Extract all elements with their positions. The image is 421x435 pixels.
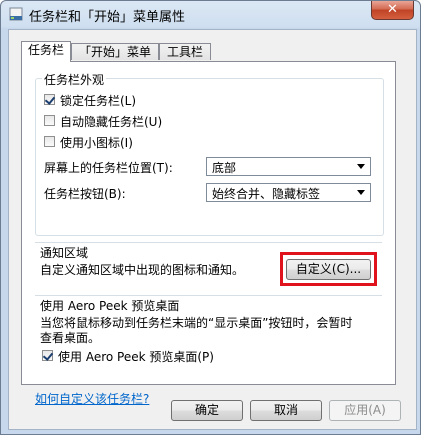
aero-peek-description-line2: 查看桌面。 xyxy=(40,331,101,345)
tab-panel-taskbar: 任务栏外观 锁定任务栏(L) 自动隐藏任务栏(U) 使用小图标(I) 屏幕上的任… xyxy=(21,61,396,406)
position-value: 底部 xyxy=(212,161,237,175)
auto-hide-label: 自动隐藏任务栏(U) xyxy=(60,115,163,129)
notification-separator xyxy=(35,242,382,243)
aero-peek-separator xyxy=(35,295,382,296)
taskbar-buttons-value: 始终合并、隐藏标签 xyxy=(212,187,321,201)
taskbar-buttons-label: 任务栏按钮(B): xyxy=(44,187,126,201)
small-icons-checkbox[interactable] xyxy=(44,136,55,147)
close-button[interactable]: ✕ xyxy=(371,1,414,20)
taskbar-properties-dialog: 任务栏和「开始」菜单属性 ✕ 任务栏 「开始」菜单 工具栏 任务栏外观 锁定任务… xyxy=(0,0,421,435)
notification-description: 自定义通知区域中出现的图标和通知。 xyxy=(40,263,245,277)
help-link[interactable]: 如何自定义该任务栏? xyxy=(35,390,149,407)
window-title: 任务栏和「开始」菜单属性 xyxy=(29,10,186,25)
aero-peek-checkbox-label: 使用 Aero Peek 预览桌面(P) xyxy=(58,350,214,364)
customize-button[interactable]: 自定义(C)... xyxy=(286,259,371,280)
aero-peek-checkbox[interactable] xyxy=(42,350,53,361)
taskbar-app-icon xyxy=(9,7,23,21)
ok-button[interactable]: 确定 xyxy=(171,400,243,421)
small-icons-label: 使用小图标(I) xyxy=(60,136,133,150)
apply-button[interactable]: 应用(A) xyxy=(329,400,401,421)
tab-taskbar[interactable]: 任务栏 xyxy=(21,41,71,62)
position-label: 屏幕上的任务栏位置(T): xyxy=(44,161,173,175)
lock-taskbar-checkbox[interactable] xyxy=(44,94,55,105)
notification-legend: 通知区域 xyxy=(40,246,89,260)
position-select[interactable]: 底部 xyxy=(206,157,371,176)
lock-taskbar-label: 锁定任务栏(L) xyxy=(60,94,137,108)
appearance-group: 任务栏外观 锁定任务栏(L) 自动隐藏任务栏(U) 使用小图标(I) 屏幕上的任… xyxy=(35,71,384,236)
appearance-legend: 任务栏外观 xyxy=(42,71,107,88)
cancel-button[interactable]: 取消 xyxy=(250,400,322,421)
close-icon: ✕ xyxy=(387,2,398,17)
title-bar[interactable]: 任务栏和「开始」菜单属性 ✕ xyxy=(1,1,420,28)
auto-hide-checkbox[interactable] xyxy=(44,115,55,126)
chevron-down-icon xyxy=(357,190,365,195)
tab-toolbars[interactable]: 工具栏 xyxy=(159,43,211,60)
aero-peek-legend: 使用 Aero Peek 预览桌面 xyxy=(40,299,180,313)
taskbar-buttons-select[interactable]: 始终合并、隐藏标签 xyxy=(206,183,371,202)
chevron-down-icon xyxy=(357,164,365,169)
dialog-client-area: 任务栏 「开始」菜单 工具栏 任务栏外观 锁定任务栏(L) 自动隐藏任务栏(U)… xyxy=(8,29,417,430)
tab-start-menu[interactable]: 「开始」菜单 xyxy=(71,43,159,60)
